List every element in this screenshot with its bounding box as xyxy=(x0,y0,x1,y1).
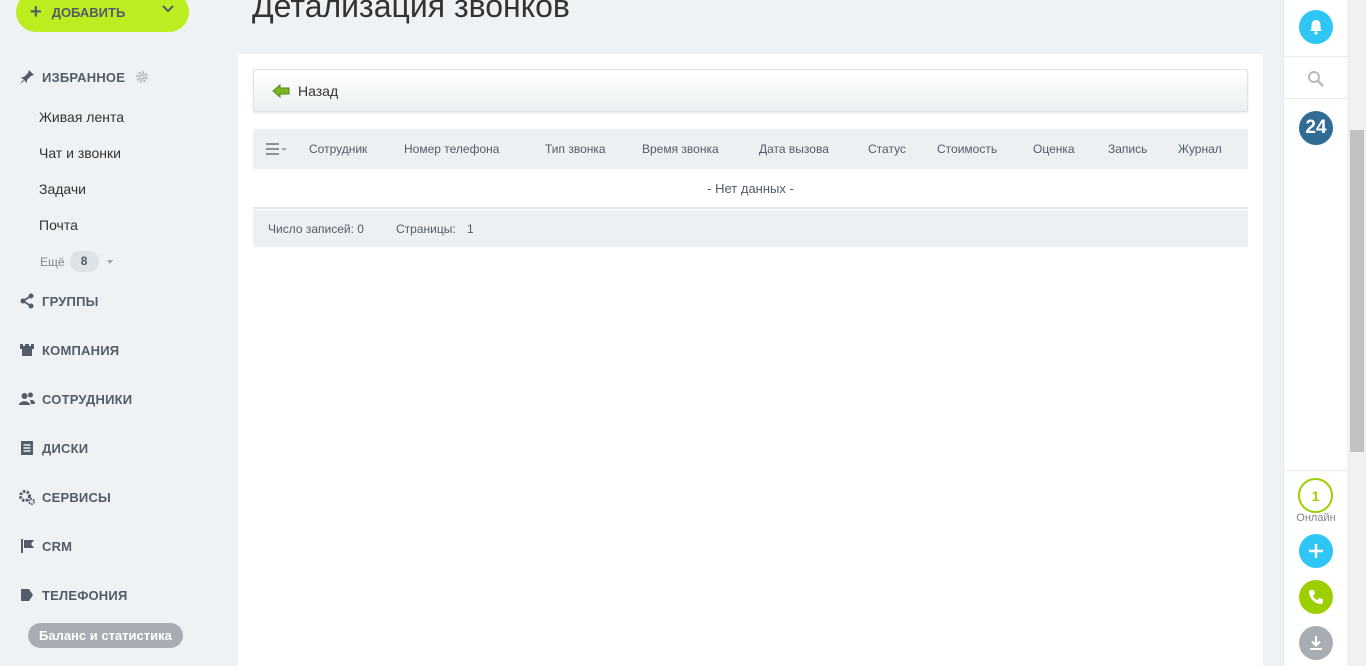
column-header-employee[interactable]: Сотрудник xyxy=(309,142,367,156)
grid-footer: Число записей: 0 Страницы: 1 xyxy=(253,210,1248,247)
back-toolbar: Назад xyxy=(253,69,1248,112)
employees-label: СОТРУДНИКИ xyxy=(42,391,133,407)
more-label: Ещё xyxy=(40,254,65,269)
column-header-log[interactable]: Журнал xyxy=(1178,142,1222,156)
column-header-cost[interactable]: Стоимость xyxy=(937,142,997,156)
right-panel: 24 1 Онлайн xyxy=(1283,0,1348,666)
column-header-call-time[interactable]: Время звонка xyxy=(642,142,719,156)
sidebar-item-chat-calls[interactable]: Чат и звонки xyxy=(39,145,121,161)
gears-icon xyxy=(19,490,35,505)
add-button-label: ДОБАВИТЬ xyxy=(51,4,126,20)
flag-icon xyxy=(21,539,34,553)
tag-icon xyxy=(21,589,33,601)
favorites-label: ИЗБРАННОЕ xyxy=(42,69,126,85)
record-count: Число записей: 0 xyxy=(268,222,364,236)
back-arrow-icon[interactable] xyxy=(272,83,290,98)
crm-label: CRM xyxy=(42,538,73,554)
search-button[interactable] xyxy=(1299,62,1333,96)
sidebar-more[interactable]: Ещё 8 xyxy=(40,251,113,272)
column-header-status[interactable]: Статус xyxy=(868,142,906,156)
plus-icon: + xyxy=(30,1,42,23)
grid-header: Сотрудник Номер телефона Тип звонка Врем… xyxy=(253,129,1248,169)
plus-icon xyxy=(1309,544,1323,558)
sidebar-section-employees[interactable]: СОТРУДНИКИ xyxy=(18,390,132,408)
sidebar-section-groups[interactable]: ГРУППЫ xyxy=(18,292,99,310)
sidebar-section-favorites[interactable]: ИЗБРАННОЕ xyxy=(18,68,155,86)
bell-icon xyxy=(1310,20,1322,35)
column-header-rating[interactable]: Оценка xyxy=(1033,142,1075,156)
grid-menu-icon[interactable] xyxy=(266,143,288,155)
document-icon xyxy=(21,441,33,455)
online-counter[interactable]: 1 xyxy=(1298,478,1333,513)
download-icon xyxy=(1310,636,1322,650)
back-link[interactable]: Назад xyxy=(298,83,338,99)
chevron-down-icon xyxy=(162,5,174,13)
more-count-badge: 8 xyxy=(69,251,99,272)
castle-icon xyxy=(20,344,34,356)
sidebar-item-tasks[interactable]: Задачи xyxy=(39,181,86,197)
services-label: СЕРВИСЫ xyxy=(42,489,111,505)
pin-icon xyxy=(20,70,34,84)
gear-icon[interactable] xyxy=(135,70,149,84)
page-title: Детализация звонков xyxy=(252,0,570,24)
phone-button[interactable] xyxy=(1299,580,1333,614)
sidebar-item-live-feed[interactable]: Живая лента xyxy=(39,109,124,125)
column-header-call-date[interactable]: Дата вызова xyxy=(759,142,829,156)
pages-label: Страницы: xyxy=(396,222,456,236)
groups-label: ГРУППЫ xyxy=(42,293,99,309)
sidebar-section-services[interactable]: СЕРВИСЫ xyxy=(18,488,111,506)
sidebar-item-balance-stats[interactable]: Баланс и статистика xyxy=(28,623,183,648)
page-link-1[interactable]: 1 xyxy=(467,222,474,236)
scrollbar-thumb[interactable] xyxy=(1350,130,1364,452)
column-header-record[interactable]: Запись xyxy=(1108,142,1147,156)
work-area: Назад Сотрудник Номер телефона Тип звонк… xyxy=(238,54,1263,666)
add-button[interactable]: + ДОБАВИТЬ xyxy=(16,0,189,32)
add-chat-button[interactable] xyxy=(1299,534,1333,568)
disks-label: ДИСКИ xyxy=(42,440,89,456)
sidebar-section-company[interactable]: КОМПАНИЯ xyxy=(18,341,119,359)
company-label: КОМПАНИЯ xyxy=(42,342,120,358)
b24-logo-button[interactable]: 24 xyxy=(1299,111,1333,145)
caret-down-icon xyxy=(106,259,113,264)
empty-grid-message: - Нет данных - xyxy=(253,169,1248,209)
left-sidebar: + ДОБАВИТЬ ИЗБРАННОЕ Живая лента Чат и з… xyxy=(0,0,238,666)
sidebar-section-telephony[interactable]: ТЕЛЕФОНИЯ xyxy=(18,586,128,604)
phone-icon xyxy=(1309,590,1323,604)
share-icon xyxy=(20,293,34,309)
telephony-label: ТЕЛЕФОНИЯ xyxy=(42,587,128,603)
column-header-phone[interactable]: Номер телефона xyxy=(404,142,499,156)
search-icon xyxy=(1308,71,1324,87)
notifications-button[interactable] xyxy=(1299,10,1333,44)
sidebar-section-crm[interactable]: CRM xyxy=(18,537,72,555)
download-button[interactable] xyxy=(1299,626,1333,660)
sidebar-section-disks[interactable]: ДИСКИ xyxy=(18,439,88,457)
column-header-call-type[interactable]: Тип звонка xyxy=(545,142,606,156)
page-scrollbar[interactable] xyxy=(1348,0,1366,666)
sidebar-item-mail[interactable]: Почта xyxy=(39,217,78,233)
users-icon xyxy=(19,392,35,405)
online-label: Онлайн xyxy=(1296,512,1336,524)
